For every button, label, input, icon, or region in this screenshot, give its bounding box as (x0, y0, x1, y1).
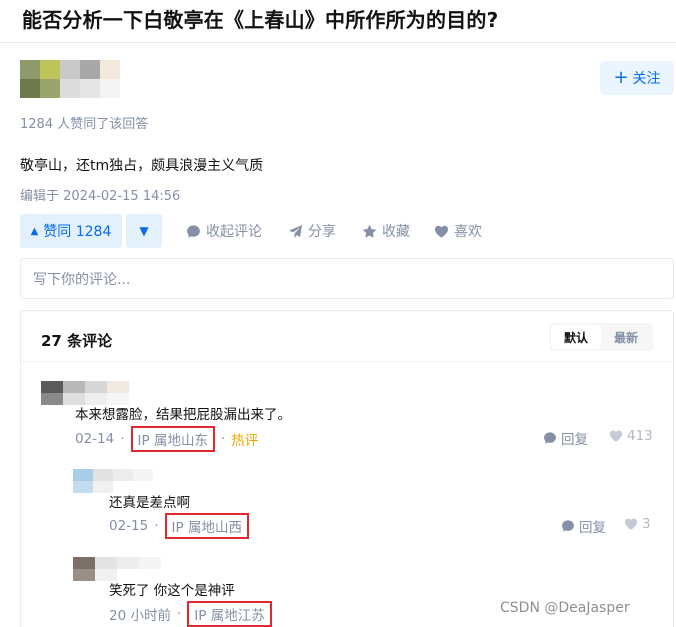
comment-icon (544, 432, 556, 444)
heart-icon (624, 518, 638, 530)
comment-icon (562, 520, 574, 532)
like-count: 3 (642, 516, 651, 532)
sort-switch: 默认 最新 (549, 323, 653, 351)
question-title[interactable]: 能否分析一下白敬亭在《上春山》中所作所为的目的? (22, 4, 498, 33)
comment-date: 02-15 (109, 518, 149, 534)
reply-label: 回复 (579, 520, 606, 536)
favorite-label: 收藏 (382, 224, 410, 240)
comments-panel: 27 条评论 默认 最新 本来想露脸，结果把屁股漏出来了。 02-14 · IP… (20, 310, 674, 627)
share-label: 分享 (308, 224, 336, 240)
like-label: 喜欢 (454, 224, 482, 240)
reply-label: 回复 (561, 432, 588, 448)
reply-button[interactable]: 回复 (561, 516, 606, 536)
ip-location: IP 属地江苏 (187, 601, 272, 627)
edit-time[interactable]: 编辑于 2024-02-15 14:56 (20, 185, 180, 204)
commenter-avatar[interactable] (73, 557, 161, 581)
vote-up-label: 赞同 1284 (43, 224, 112, 240)
collapse-comments-button[interactable]: 收起评论 (186, 221, 262, 241)
follow-button[interactable]: + 关注 (600, 61, 674, 95)
comment-like-button[interactable]: 413 (609, 428, 653, 444)
like-button[interactable]: 喜欢 (434, 221, 482, 241)
commenter-avatar[interactable] (41, 381, 129, 405)
sort-default-tab[interactable]: 默认 (551, 325, 601, 349)
voters-count[interactable]: 1284 人赞同了该回答 (20, 113, 148, 132)
heart-icon (434, 225, 449, 238)
reply-button[interactable]: 回复 (543, 428, 588, 448)
comment-text: 笑死了 你这个是神评 (109, 583, 235, 599)
comment-date: 20 小时前 (109, 608, 171, 624)
action-bar: ▲ 赞同 1284 ▼ 收起评论 分享 收藏 喜欢 (20, 214, 482, 248)
watermark: CSDN @DeaJasper (500, 600, 630, 616)
comment-meta: 02-14 · IP 属地山东 · 热评 (75, 426, 258, 452)
follow-label: 关注 (632, 71, 661, 87)
separator-dot: · (120, 431, 125, 447)
collapse-comments-label: 收起评论 (206, 224, 262, 240)
plus-icon: + (613, 67, 629, 88)
triangle-up-icon: ▲ (30, 225, 39, 237)
like-count: 413 (627, 428, 653, 444)
hot-comment-badge: 热评 (231, 433, 259, 449)
comment-like-button[interactable]: 3 (624, 516, 651, 532)
ip-location: IP 属地山东 (130, 426, 215, 452)
comment-text: 本来想露脸，结果把屁股漏出来了。 (75, 407, 291, 423)
vote-down-button[interactable]: ▼ (126, 214, 162, 248)
comment-meta: 02-15 · IP 属地山西 (109, 513, 249, 539)
star-icon (362, 224, 377, 238)
triangle-down-icon: ▼ (139, 224, 149, 238)
author-avatar[interactable] (20, 60, 120, 98)
separator-dot: · (176, 606, 182, 622)
favorite-button[interactable]: 收藏 (362, 221, 410, 241)
answer-content: 敬亭山，还tm独占，颇具浪漫主义气质 (20, 158, 264, 174)
comment-text: 还真是差点啊 (109, 495, 190, 511)
divider (21, 361, 673, 362)
comment-input-placeholder: 写下你的评论... (33, 271, 131, 288)
divider (0, 42, 676, 43)
commenter-avatar[interactable] (73, 469, 153, 493)
separator-dot: · (220, 431, 226, 447)
comments-count: 27 条评论 (41, 332, 113, 350)
comment-date: 02-14 (75, 431, 115, 447)
vote-up-button[interactable]: ▲ 赞同 1284 (20, 214, 122, 248)
comment-meta: 20 小时前 · IP 属地江苏 (109, 601, 272, 627)
share-icon (288, 224, 303, 238)
sort-latest-tab[interactable]: 最新 (601, 325, 651, 349)
comment-icon (187, 224, 200, 238)
comment-input[interactable]: 写下你的评论... (20, 258, 674, 299)
share-button[interactable]: 分享 (288, 221, 336, 241)
ip-location: IP 属地山西 (164, 513, 249, 539)
separator-dot: · (154, 518, 159, 534)
heart-icon (609, 430, 623, 442)
